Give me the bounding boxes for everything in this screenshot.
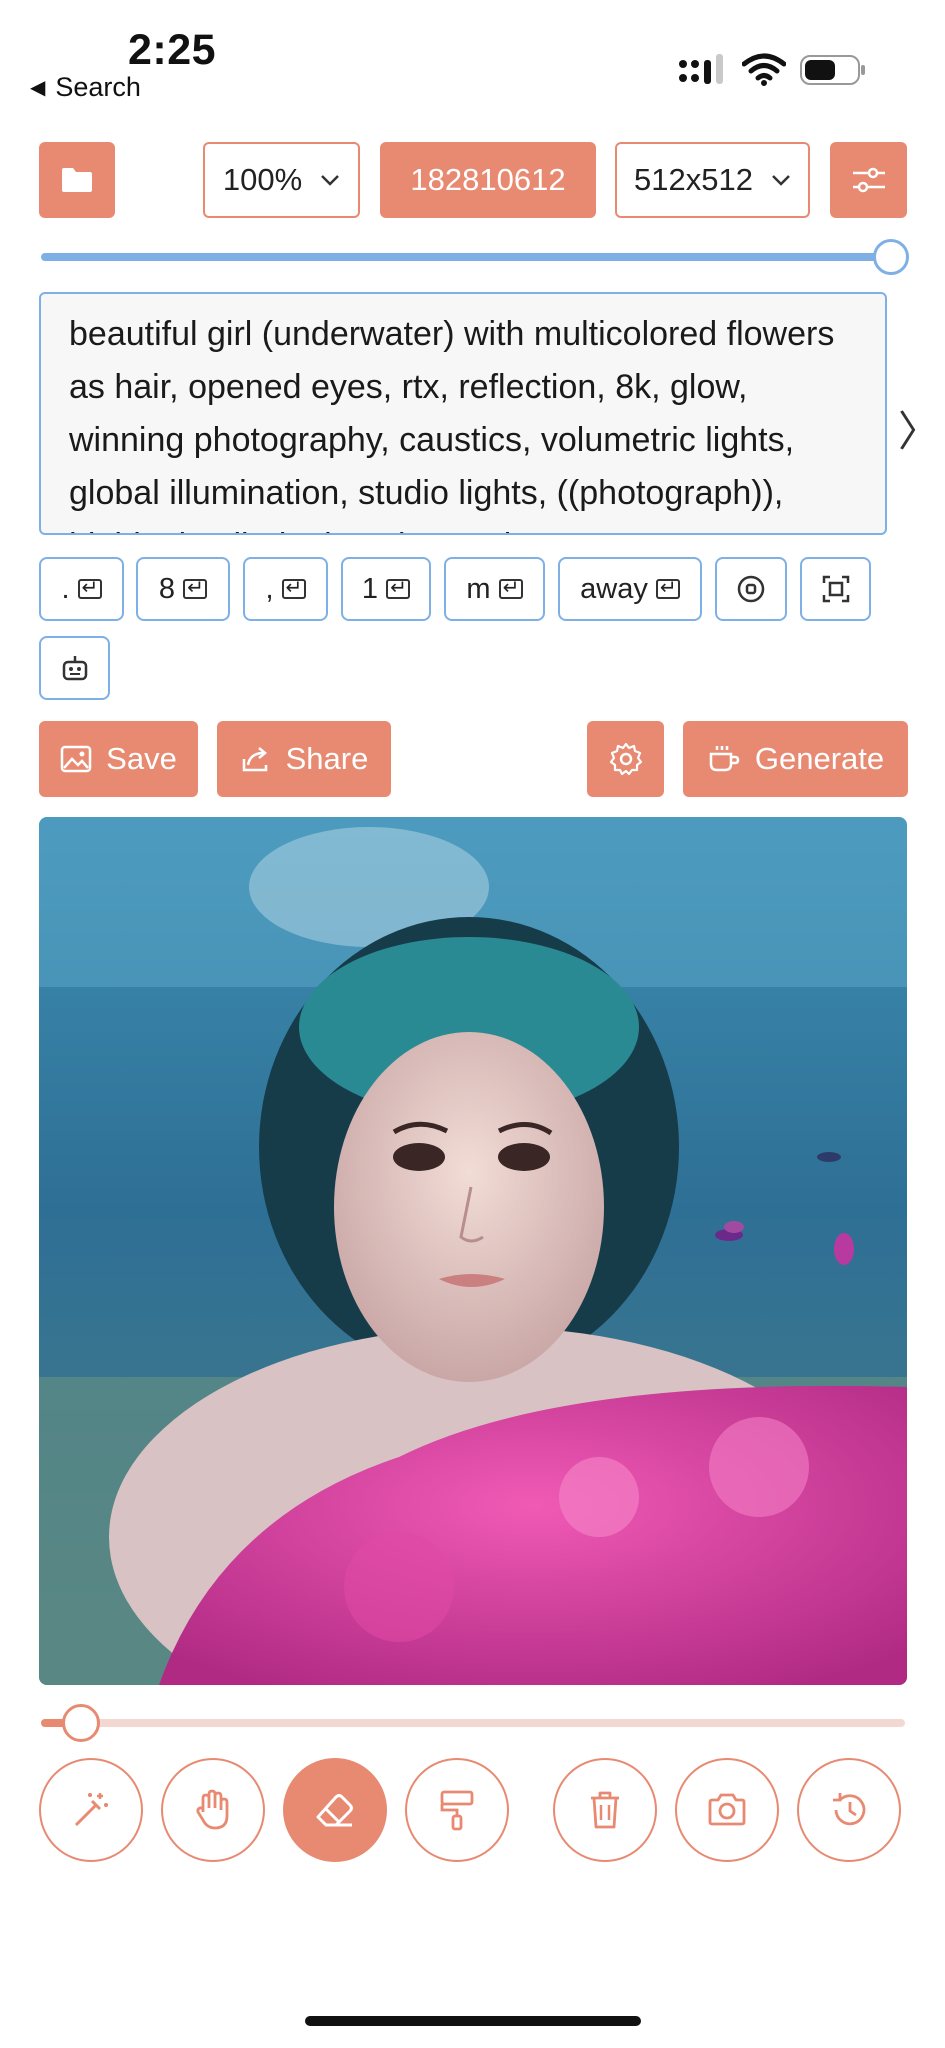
battery-icon <box>800 55 865 85</box>
return-key-icon <box>183 574 208 602</box>
generated-image-canvas[interactable] <box>39 817 907 1685</box>
size-value: 512x512 <box>634 162 753 197</box>
return-key-icon <box>655 574 680 602</box>
camera-tool-button[interactable] <box>675 1758 779 1862</box>
eraser-icon <box>316 1794 353 1827</box>
prompt-text: beautiful girl (underwater) with multico… <box>69 315 835 533</box>
token-label: 1 <box>361 572 379 605</box>
save-label: Save <box>106 741 177 776</box>
token-label: m <box>466 572 491 605</box>
paint-roller-tool-button[interactable] <box>405 1758 509 1862</box>
chevron-down-icon <box>772 175 790 186</box>
camera-icon <box>708 1793 746 1826</box>
generate-label: Generate <box>754 741 885 776</box>
seed-button[interactable]: 182810612 <box>380 142 596 218</box>
token-button-comma[interactable]: , <box>243 557 328 621</box>
cellular-signal-icon <box>679 54 723 84</box>
brush-size-slider-thumb[interactable] <box>62 1704 100 1742</box>
delete-tool-button[interactable] <box>553 1758 657 1862</box>
coffee-cup-icon <box>709 746 740 772</box>
seed-value: 182810612 <box>410 162 566 197</box>
paint-roller-icon <box>440 1790 474 1831</box>
open-folder-button[interactable] <box>39 142 115 218</box>
history-icon <box>833 1793 866 1826</box>
robot-icon <box>62 656 87 681</box>
back-to-search[interactable]: ◀ Search <box>30 72 141 103</box>
token-label: . <box>61 572 70 605</box>
generated-image <box>39 817 907 1685</box>
status-time: 2:25 <box>128 26 217 74</box>
focus-frame-icon <box>822 575 849 603</box>
save-button[interactable]: Save <box>39 721 198 797</box>
return-key-icon <box>386 574 411 602</box>
strength-slider-thumb[interactable] <box>873 239 909 275</box>
size-select[interactable]: 512x512 <box>615 142 810 218</box>
settings-button[interactable] <box>587 721 664 797</box>
magic-wand-icon <box>74 1793 108 1827</box>
token-button-away[interactable]: away <box>558 557 702 621</box>
eraser-tool-button[interactable] <box>283 1758 387 1862</box>
chevron-right-icon[interactable]: 〉 <box>898 398 940 459</box>
token-button-8[interactable]: 8 <box>136 557 230 621</box>
back-triangle-icon: ◀ <box>30 77 46 99</box>
zoom-value: 100% <box>222 162 303 197</box>
advanced-settings-button[interactable] <box>830 142 907 218</box>
token-button-period[interactable]: . <box>39 557 124 621</box>
share-button[interactable]: Share <box>217 721 391 797</box>
sliders-icon <box>852 167 885 193</box>
hand-tool-button[interactable] <box>161 1758 265 1862</box>
token-button-frame[interactable] <box>800 557 871 621</box>
folder-icon <box>62 168 92 192</box>
brush-size-slider-track[interactable] <box>41 1719 905 1727</box>
chevron-down-icon <box>321 175 340 186</box>
zoom-select[interactable]: 100% <box>203 142 360 218</box>
stop-circle-icon <box>737 575 765 603</box>
return-key-icon <box>281 574 306 602</box>
return-key-icon <box>498 574 523 602</box>
token-button-1[interactable]: 1 <box>341 557 431 621</box>
token-label: , <box>265 572 274 605</box>
home-indicator[interactable] <box>305 2016 641 2026</box>
share-icon <box>242 747 267 772</box>
magic-wand-tool-button[interactable] <box>39 1758 143 1862</box>
strength-slider-track[interactable] <box>41 253 891 261</box>
token-label: 8 <box>158 572 176 605</box>
token-label: away <box>580 572 648 605</box>
return-key-icon <box>77 574 102 602</box>
prompt-input[interactable]: beautiful girl (underwater) with multico… <box>39 292 887 535</box>
back-label: Search <box>55 72 141 102</box>
trash-icon <box>591 1791 619 1829</box>
share-label: Share <box>285 741 369 776</box>
wifi-icon <box>742 53 786 86</box>
token-button-m[interactable]: m <box>444 557 545 621</box>
history-tool-button[interactable] <box>797 1758 901 1862</box>
token-button-robot[interactable] <box>39 636 110 700</box>
image-icon <box>60 745 92 773</box>
gear-icon <box>609 742 642 776</box>
hand-icon <box>196 1789 229 1830</box>
generate-button[interactable]: Generate <box>683 721 908 797</box>
token-button-circle[interactable] <box>715 557 787 621</box>
